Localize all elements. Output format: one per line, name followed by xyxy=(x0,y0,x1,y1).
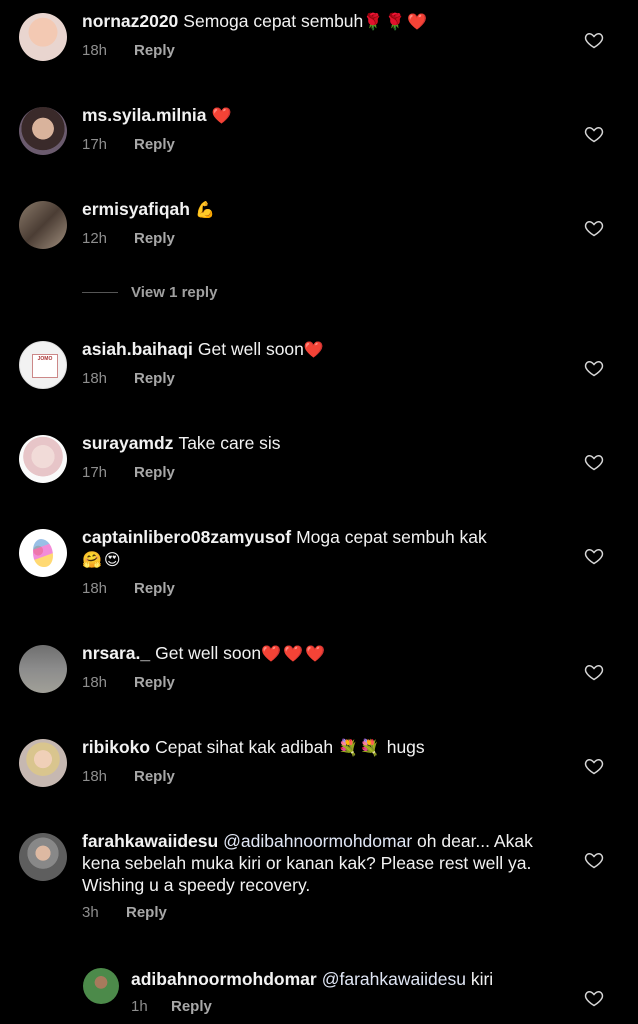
divider xyxy=(82,292,118,293)
heart-outline-icon[interactable] xyxy=(584,218,604,238)
heart-outline-icon[interactable] xyxy=(584,988,604,1008)
reply-button[interactable]: Reply xyxy=(134,674,175,691)
comment-time: 18h xyxy=(82,768,108,785)
reply-button[interactable]: Reply xyxy=(134,768,175,785)
comment-time: 18h xyxy=(82,42,108,59)
mention-link[interactable]: @farahkawaiidesu xyxy=(322,969,466,989)
reply-button[interactable]: Reply xyxy=(126,904,167,921)
avatar[interactable] xyxy=(83,968,119,1004)
heart-outline-icon[interactable] xyxy=(584,358,604,378)
comment-username[interactable]: ribikoko xyxy=(82,737,150,757)
comment-emoji: ❤️❤️❤️ xyxy=(261,646,327,663)
comment-time: 3h xyxy=(82,904,99,921)
comment-emoji: 🌹🌹❤️ xyxy=(363,14,430,31)
comment-time: 18h xyxy=(82,580,108,597)
avatar[interactable] xyxy=(19,833,67,881)
comment-text: Get well soon xyxy=(197,339,304,359)
heart-outline-icon[interactable] xyxy=(584,662,604,682)
view-replies-button[interactable]: View 1 reply xyxy=(82,284,217,301)
comment-username[interactable]: ermisyafiqah xyxy=(82,199,190,219)
heart-outline-icon[interactable] xyxy=(584,30,604,50)
heart-outline-icon[interactable] xyxy=(584,124,604,144)
avatar[interactable] xyxy=(19,739,67,787)
heart-outline-icon[interactable] xyxy=(584,756,604,776)
avatar[interactable] xyxy=(19,435,67,483)
comment-username[interactable]: captainlibero08zamyusof xyxy=(82,527,291,547)
comment-time: 17h xyxy=(82,464,108,481)
comment-time: 1h xyxy=(131,998,148,1015)
comment-emoji: 💐💐 xyxy=(338,740,382,757)
comment-time: 12h xyxy=(82,230,108,247)
comment-text: Cepat sihat kak adibah xyxy=(155,737,334,757)
comment-text: Semoga cepat sembuh xyxy=(183,11,364,31)
comment-username[interactable]: nrsara._ xyxy=(82,643,150,663)
reply-button[interactable]: Reply xyxy=(134,136,175,153)
reply-button[interactable]: Reply xyxy=(134,580,175,597)
comment-username[interactable]: ms.syila.milnia xyxy=(82,105,207,125)
comment-username[interactable]: adibahnoormohdomar xyxy=(131,969,317,989)
reply-button[interactable]: Reply xyxy=(134,370,175,387)
comment-emoji: 💪 xyxy=(194,202,217,219)
comment-text: Take care sis xyxy=(178,433,281,453)
reply-button[interactable]: Reply xyxy=(134,42,175,59)
comment-text: Moga cepat sembuh kak xyxy=(296,527,487,547)
comment-emoji: ❤️ xyxy=(303,342,326,359)
comment-emoji: 🤗😍 xyxy=(82,552,123,569)
comment-username[interactable]: surayamdz xyxy=(82,433,173,453)
mention-link[interactable]: @adibahnoormohdomar xyxy=(223,831,412,851)
reply-button[interactable]: Reply xyxy=(134,230,175,247)
avatar[interactable] xyxy=(19,13,67,61)
reply-button[interactable]: Reply xyxy=(134,464,175,481)
heart-outline-icon[interactable] xyxy=(584,546,604,566)
comment-text: Get well soon xyxy=(155,643,262,663)
comment-username[interactable]: nornaz2020 xyxy=(82,11,178,31)
avatar[interactable] xyxy=(19,645,67,693)
comment-text: kiri xyxy=(470,969,494,989)
view-replies-label: View 1 reply xyxy=(131,284,218,301)
comment-emoji: ❤️ xyxy=(211,108,234,125)
comment-username[interactable]: asiah.baihaqi xyxy=(82,339,193,359)
comment-time: 18h xyxy=(82,674,108,691)
avatar[interactable]: JOMO xyxy=(19,341,67,389)
comment-text-after: hugs xyxy=(386,737,425,757)
heart-outline-icon[interactable] xyxy=(584,850,604,870)
avatar[interactable] xyxy=(19,201,67,249)
avatar[interactable] xyxy=(19,529,67,577)
heart-outline-icon[interactable] xyxy=(584,452,604,472)
comment-username[interactable]: farahkawaiidesu xyxy=(82,831,218,851)
comment-time: 18h xyxy=(82,370,108,387)
avatar[interactable] xyxy=(19,107,67,155)
reply-button[interactable]: Reply xyxy=(171,998,212,1015)
avatar-card: JOMO xyxy=(32,354,58,378)
comment-time: 17h xyxy=(82,136,108,153)
